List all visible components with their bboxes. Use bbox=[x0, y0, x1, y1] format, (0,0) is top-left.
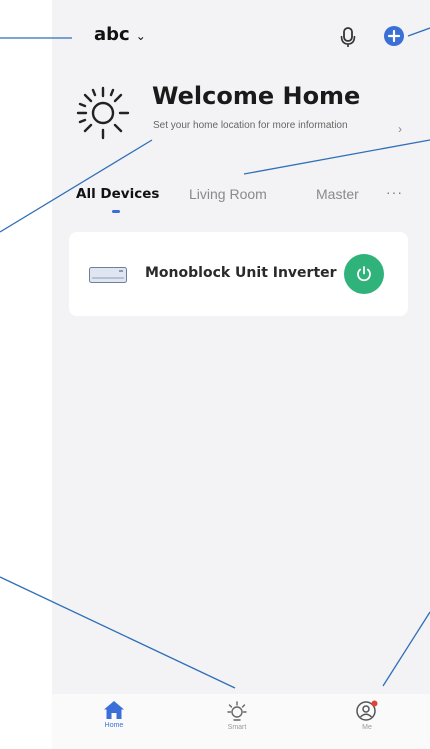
home-name: abc bbox=[94, 24, 130, 45]
nav-smart-label: Smart bbox=[227, 724, 247, 731]
nav-me[interactable]: Me bbox=[337, 694, 397, 731]
add-icon[interactable] bbox=[383, 25, 405, 47]
home-icon bbox=[104, 701, 124, 719]
chevron-down-icon: ⌄ bbox=[135, 28, 146, 43]
power-icon bbox=[357, 266, 371, 282]
welcome-title: Welcome Home bbox=[152, 82, 361, 110]
device-name: Monoblock Unit Inverter bbox=[145, 265, 337, 281]
nav-smart[interactable]: Smart bbox=[207, 694, 267, 731]
bottom-navigation: Home Smart Me bbox=[52, 694, 430, 749]
notification-dot bbox=[371, 700, 378, 707]
tab-master[interactable]: Master bbox=[316, 186, 359, 202]
device-card[interactable]: Monoblock Unit Inverter bbox=[69, 232, 408, 316]
sun-icon bbox=[76, 86, 130, 140]
more-tabs-icon[interactable]: ··· bbox=[386, 184, 403, 200]
smart-icon bbox=[227, 701, 247, 721]
tab-living-room[interactable]: Living Room bbox=[189, 186, 267, 202]
nav-home-label: Home bbox=[104, 722, 124, 729]
active-tab-indicator bbox=[112, 210, 120, 213]
power-button[interactable] bbox=[344, 254, 384, 294]
chevron-right-icon[interactable]: › bbox=[398, 122, 402, 136]
me-icon bbox=[356, 700, 378, 721]
microphone-icon[interactable] bbox=[338, 26, 358, 48]
nav-me-label: Me bbox=[362, 724, 372, 731]
nav-home[interactable]: Home bbox=[84, 694, 144, 729]
tab-all-devices[interactable]: All Devices bbox=[76, 186, 159, 202]
home-selector[interactable]: abc ⌄ bbox=[94, 24, 146, 45]
welcome-subtitle[interactable]: Set your home location for more informat… bbox=[153, 120, 363, 131]
air-conditioner-icon bbox=[89, 267, 127, 283]
